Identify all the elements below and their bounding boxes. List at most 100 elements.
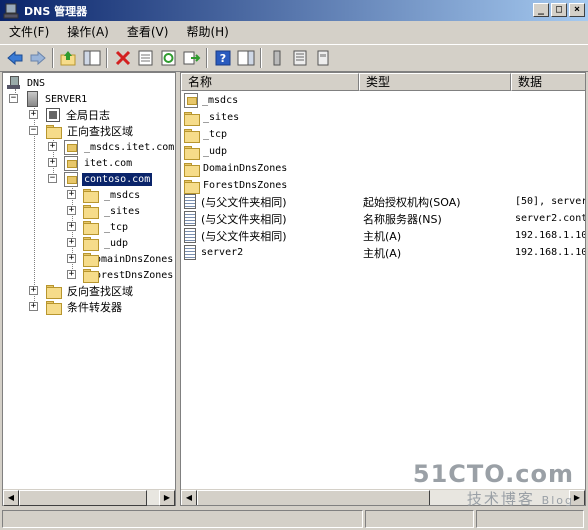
expand-icon[interactable]: + (67, 190, 76, 199)
delete-icon[interactable] (111, 47, 134, 69)
toolbar: ? (0, 44, 588, 72)
folder-icon (184, 111, 200, 126)
column-header-type[interactable]: 类型 (359, 73, 511, 91)
column-header-data[interactable]: 数据 (511, 73, 585, 91)
tree-item-server1[interactable]: − SERVER1 (9, 91, 169, 107)
help-icon[interactable]: ? (211, 47, 234, 69)
cell-name: _sites (203, 112, 240, 123)
cell-name: ForestDnsZones (203, 180, 288, 191)
cell-name: DomainDnsZones (203, 163, 288, 174)
folder-icon (46, 285, 62, 299)
tree-label: DomainDnsZones (89, 253, 174, 265)
tree-item-conditional-forwarders[interactable]: + 条件转发器 (29, 299, 124, 315)
tree-item-forward-zones[interactable]: − 正向查找区域 (29, 123, 135, 139)
record-icon[interactable] (311, 47, 334, 69)
collapse-icon[interactable]: − (9, 94, 18, 103)
back-icon[interactable] (3, 47, 26, 69)
cell-name: _msdcs (202, 95, 239, 106)
scrollbar-thumb[interactable] (19, 490, 147, 506)
show-hide-tree-icon[interactable] (80, 47, 103, 69)
tree-item-zone-contoso[interactable]: − contoso.com (48, 171, 153, 187)
cell-name: _tcp (203, 129, 228, 140)
list-row[interactable]: (与父文件夹相同) 名称服务器(NS) server2.cont (184, 210, 585, 227)
expand-icon[interactable]: + (67, 238, 76, 247)
list-row[interactable]: server2 主机(A) 192.168.1.10 (184, 244, 585, 261)
tree-label: DNS (27, 77, 46, 89)
cell-type: 主机(A) (363, 246, 402, 260)
tree-item-zone-itet[interactable]: + itet.com (48, 155, 134, 171)
menu-view[interactable]: 查看(V) (118, 23, 178, 41)
list-row[interactable]: DomainDnsZones (184, 160, 361, 177)
expand-icon[interactable]: + (48, 142, 57, 151)
expand-icon[interactable]: + (29, 286, 38, 295)
tree-item-contoso-forestdnszones[interactable]: + ForestDnsZones (67, 267, 175, 283)
tree-item-dns[interactable]: DNS (7, 75, 47, 91)
tree-label: 条件转发器 (67, 301, 122, 314)
close-button[interactable]: × (569, 3, 585, 17)
list-row[interactable]: _sites (184, 109, 361, 126)
folder-icon (83, 205, 99, 219)
zone-icon (184, 93, 198, 108)
tree-item-global-logs[interactable]: + 全局日志 (29, 107, 112, 123)
tree-item-reverse-zones[interactable]: + 反向查找区域 (29, 283, 135, 299)
export-list-icon[interactable] (180, 47, 203, 69)
folder-icon (83, 237, 99, 251)
show-hide-action-pane-icon[interactable] (234, 47, 257, 69)
properties-icon[interactable] (134, 47, 157, 69)
list-row[interactable]: (与父文件夹相同) 起始授权机构(SOA) [50], server (184, 193, 585, 210)
collapse-icon[interactable]: − (48, 174, 57, 183)
forward-icon[interactable] (26, 47, 49, 69)
expand-icon[interactable]: + (29, 110, 38, 119)
status-pane-2 (364, 510, 475, 528)
expand-icon[interactable]: + (67, 206, 76, 215)
server-icon[interactable] (265, 47, 288, 69)
scrollbar-thumb[interactable] (197, 490, 430, 505)
title-bar: DNS 管理器 _ □ × (0, 0, 588, 21)
expand-icon[interactable]: + (29, 302, 38, 311)
list-pane[interactable]: 名称 类型 数据 _msdcs _sites _tcp _udp DomainD… (180, 72, 586, 506)
expand-icon[interactable]: + (48, 158, 57, 167)
tree-label: 正向查找区域 (67, 125, 133, 138)
tree-label: _udp (104, 237, 129, 249)
column-header-name[interactable]: 名称 (181, 73, 359, 91)
record-icon (184, 228, 196, 243)
scroll-left-arrow-icon[interactable]: ◀ (181, 490, 197, 505)
tree-item-contoso-sites[interactable]: + _sites (67, 203, 142, 219)
menu-file[interactable]: 文件(F) (0, 23, 58, 41)
list-row[interactable]: _tcp (184, 126, 361, 143)
minimize-button[interactable]: _ (533, 3, 549, 17)
list-icon[interactable] (288, 47, 311, 69)
tree-pane[interactable]: DNS − SERVER1 + 全局日志 − 正向查找区域 + _msdcs.i… (2, 72, 176, 506)
list-row[interactable]: _udp (184, 143, 361, 160)
list-row[interactable]: (与父文件夹相同) 主机(A) 192.168.1.10 (184, 227, 585, 244)
tree-item-contoso-udp[interactable]: + _udp (67, 235, 130, 251)
cell-name: (与父文件夹相同) (201, 195, 287, 209)
collapse-icon[interactable]: − (29, 126, 38, 135)
cell-name: _udp (203, 146, 228, 157)
menu-action[interactable]: 操作(A) (58, 23, 118, 41)
tree-label: _msdcs (104, 189, 141, 201)
server-icon (27, 91, 38, 107)
toolbar-separator (206, 48, 208, 68)
tree-horizontal-scrollbar[interactable]: ◀ ▶ (3, 489, 175, 506)
list-row[interactable]: ForestDnsZones (184, 177, 361, 194)
tree-item-contoso-tcp[interactable]: + _tcp (67, 219, 130, 235)
tree-item-contoso-domaindnszones[interactable]: + DomainDnsZones (67, 251, 175, 267)
folder-icon (184, 145, 200, 160)
menu-help[interactable]: 帮助(H) (177, 23, 237, 41)
tree-item-zone-msdcs-itet[interactable]: + _msdcs.itet.com (48, 139, 176, 155)
scroll-right-arrow-icon[interactable]: ▶ (159, 490, 175, 506)
maximize-button[interactable]: □ (551, 3, 567, 17)
expand-icon[interactable]: + (67, 222, 76, 231)
status-pane-3 (476, 510, 584, 528)
log-icon (46, 108, 60, 122)
expand-icon[interactable]: + (67, 254, 76, 263)
tree-item-contoso-msdcs[interactable]: + _msdcs (67, 187, 142, 203)
list-row[interactable]: _msdcs (184, 92, 360, 109)
watermark: 51CTO.com 技术博客 Blog (413, 460, 574, 509)
up-folder-icon[interactable] (57, 47, 80, 69)
refresh-icon[interactable] (157, 47, 180, 69)
scroll-left-arrow-icon[interactable]: ◀ (3, 490, 19, 506)
tree-label-selected: contoso.com (82, 172, 153, 186)
expand-icon[interactable]: + (67, 270, 76, 279)
